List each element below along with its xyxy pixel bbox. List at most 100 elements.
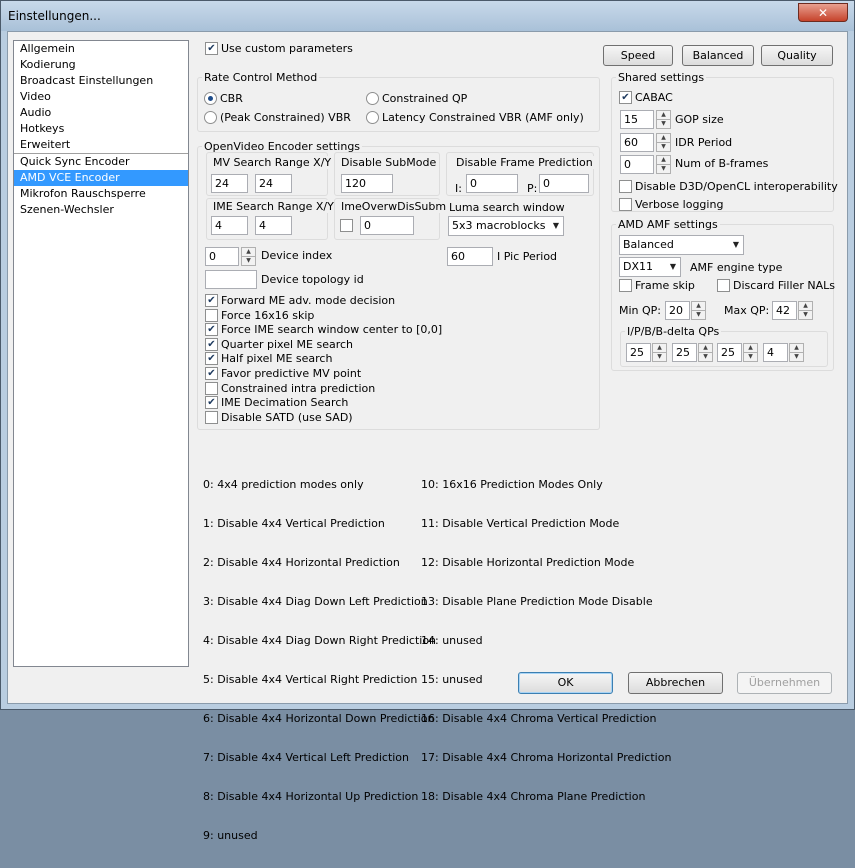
favor-mv-label: Favor predictive MV point: [221, 367, 362, 380]
gop-input[interactable]: 15: [620, 110, 654, 129]
delta-qp-bdelta-input[interactable]: 4: [763, 343, 788, 362]
amf-preset-select[interactable]: Balanced ▼: [619, 235, 744, 255]
disable-satd-checkbox[interactable]: [205, 411, 218, 424]
favor-mv-checkbox[interactable]: ✔: [205, 367, 218, 380]
min-qp-spinner[interactable]: ▲ ▼: [691, 301, 706, 320]
lcvbr-radio[interactable]: [366, 111, 379, 124]
vbr-radio[interactable]: [204, 111, 217, 124]
device-topology-input[interactable]: [205, 270, 257, 289]
constrained-intra-checkbox[interactable]: [205, 382, 218, 395]
delta-qp-bdelta-spinner[interactable]: ▲ ▼: [789, 343, 804, 362]
quarter-pixel-checkbox[interactable]: ✔: [205, 338, 218, 351]
idr-input[interactable]: 60: [620, 133, 654, 152]
ipic-input[interactable]: 60: [447, 247, 493, 266]
ime-decimation-checkbox[interactable]: ✔: [205, 396, 218, 409]
forward-me-checkbox[interactable]: ✔: [205, 294, 218, 307]
spin-down-icon[interactable]: ▼: [691, 310, 706, 320]
force-ime-center-label: Force IME search window center to [0,0]: [221, 323, 443, 336]
ime-range-x-input[interactable]: 4: [211, 216, 248, 235]
balanced-button[interactable]: Balanced: [682, 45, 754, 66]
disable-d3d-checkbox[interactable]: [619, 180, 632, 193]
title-bar[interactable]: Einstellungen... ✕: [1, 1, 854, 31]
sidebar-item-kodierung[interactable]: Kodierung: [14, 57, 188, 73]
use-custom-checkbox[interactable]: ✔: [205, 42, 218, 55]
bframes-input[interactable]: 0: [620, 155, 654, 174]
settings-category-list[interactable]: Allgemein Kodierung Broadcast Einstellun…: [13, 40, 189, 667]
apply-button[interactable]: Übernehmen: [737, 672, 832, 694]
spin-down-icon[interactable]: ▼: [798, 310, 813, 320]
bframes-label: Num of B-frames: [675, 157, 769, 170]
mv-range-x-input[interactable]: 24: [211, 174, 248, 193]
amf-preset-value: Balanced: [623, 238, 674, 251]
cqp-radio[interactable]: [366, 92, 379, 105]
spin-down-icon[interactable]: ▼: [698, 352, 713, 362]
spin-down-icon[interactable]: ▼: [743, 352, 758, 362]
half-pixel-checkbox[interactable]: ✔: [205, 352, 218, 365]
sidebar-item-broadcast[interactable]: Broadcast Einstellungen: [14, 73, 188, 89]
spin-down-icon[interactable]: ▼: [656, 142, 671, 152]
legend-line: 2: Disable 4x4 Horizontal Prediction: [203, 556, 400, 569]
legend-line: 10: 16x16 Prediction Modes Only: [421, 478, 603, 491]
sidebar-item-allgemein[interactable]: Allgemein: [14, 41, 188, 57]
max-qp-input[interactable]: 42: [772, 301, 797, 320]
sidebar-item-quick-sync[interactable]: Quick Sync Encoder: [14, 153, 188, 170]
submode-input[interactable]: 120: [341, 174, 393, 193]
imeoverw-checkbox[interactable]: [340, 219, 353, 232]
max-qp-spinner[interactable]: ▲ ▼: [798, 301, 813, 320]
half-pixel-label: Half pixel ME search: [221, 352, 333, 365]
sidebar-item-szenen[interactable]: Szenen-Wechsler: [14, 202, 188, 218]
delta-qp-i-spinner[interactable]: ▲ ▼: [652, 343, 667, 362]
speed-button[interactable]: Speed: [603, 45, 673, 66]
delta-qp-i-input[interactable]: 25: [626, 343, 651, 362]
delta-qp-p-spinner[interactable]: ▲ ▼: [698, 343, 713, 362]
bframes-spinner[interactable]: ▲ ▼: [656, 155, 671, 174]
force-ime-center-checkbox[interactable]: ✔: [205, 323, 218, 336]
sidebar-item-mikrofon[interactable]: Mikrofon Rauschsperre: [14, 186, 188, 202]
imeoverw-input[interactable]: 0: [360, 216, 414, 235]
min-qp-input[interactable]: 20: [665, 301, 690, 320]
filler-nals-label: Discard Filler NALs: [733, 279, 835, 292]
delta-qp-b-input[interactable]: 25: [717, 343, 742, 362]
sidebar-item-audio[interactable]: Audio: [14, 105, 188, 121]
sidebar-item-hotkeys[interactable]: Hotkeys: [14, 121, 188, 137]
frame-pred-i-input[interactable]: 0: [466, 174, 518, 193]
sidebar-item-erweitert[interactable]: Erweitert: [14, 137, 188, 153]
legend-line: 6: Disable 4x4 Horizontal Down Predictio…: [203, 712, 435, 725]
idr-spinner[interactable]: ▲ ▼: [656, 133, 671, 152]
cbr-radio[interactable]: [204, 92, 217, 105]
luma-label: Luma search window: [449, 201, 565, 214]
quality-button[interactable]: Quality: [761, 45, 833, 66]
spin-down-icon[interactable]: ▼: [789, 352, 804, 362]
spin-down-icon[interactable]: ▼: [241, 256, 256, 266]
ok-button[interactable]: OK: [518, 672, 613, 694]
cbr-label: CBR: [220, 92, 243, 105]
delta-qp-b-spinner[interactable]: ▲ ▼: [743, 343, 758, 362]
filler-nals-checkbox[interactable]: [717, 279, 730, 292]
mv-range-y-input[interactable]: 24: [255, 174, 292, 193]
cabac-checkbox[interactable]: ✔: [619, 91, 632, 104]
gop-spinner[interactable]: ▲ ▼: [656, 110, 671, 129]
frame-pred-p-input[interactable]: 0: [539, 174, 589, 193]
legend-line: 8: Disable 4x4 Horizontal Up Prediction: [203, 790, 419, 803]
ime-range-y-input[interactable]: 4: [255, 216, 292, 235]
luma-select[interactable]: 5x3 macroblocks ▼: [448, 216, 564, 236]
spin-down-icon[interactable]: ▼: [656, 119, 671, 129]
luma-value: 5x3 macroblocks: [452, 219, 546, 232]
delta-qp-p-input[interactable]: 25: [672, 343, 697, 362]
amf-engine-select[interactable]: DX11 ▼: [619, 257, 681, 277]
verbose-checkbox[interactable]: [619, 198, 632, 211]
force-16x16-checkbox[interactable]: [205, 309, 218, 322]
forward-me-label: Forward ME adv. mode decision: [221, 294, 396, 307]
ipic-label: I Pic Period: [497, 250, 558, 263]
device-index-spinner[interactable]: ▲ ▼: [241, 247, 256, 266]
close-button[interactable]: ✕: [798, 3, 848, 22]
frame-skip-checkbox[interactable]: [619, 279, 632, 292]
cancel-button[interactable]: Abbrechen: [628, 672, 723, 694]
ime-range-label: IME Search Range X/Y: [211, 200, 336, 213]
spin-down-icon[interactable]: ▼: [652, 352, 667, 362]
chevron-down-icon: ▼: [669, 262, 676, 271]
device-index-input[interactable]: 0: [205, 247, 239, 266]
sidebar-item-amd-vce[interactable]: AMD VCE Encoder: [14, 170, 188, 186]
sidebar-item-video[interactable]: Video: [14, 89, 188, 105]
spin-down-icon[interactable]: ▼: [656, 164, 671, 174]
